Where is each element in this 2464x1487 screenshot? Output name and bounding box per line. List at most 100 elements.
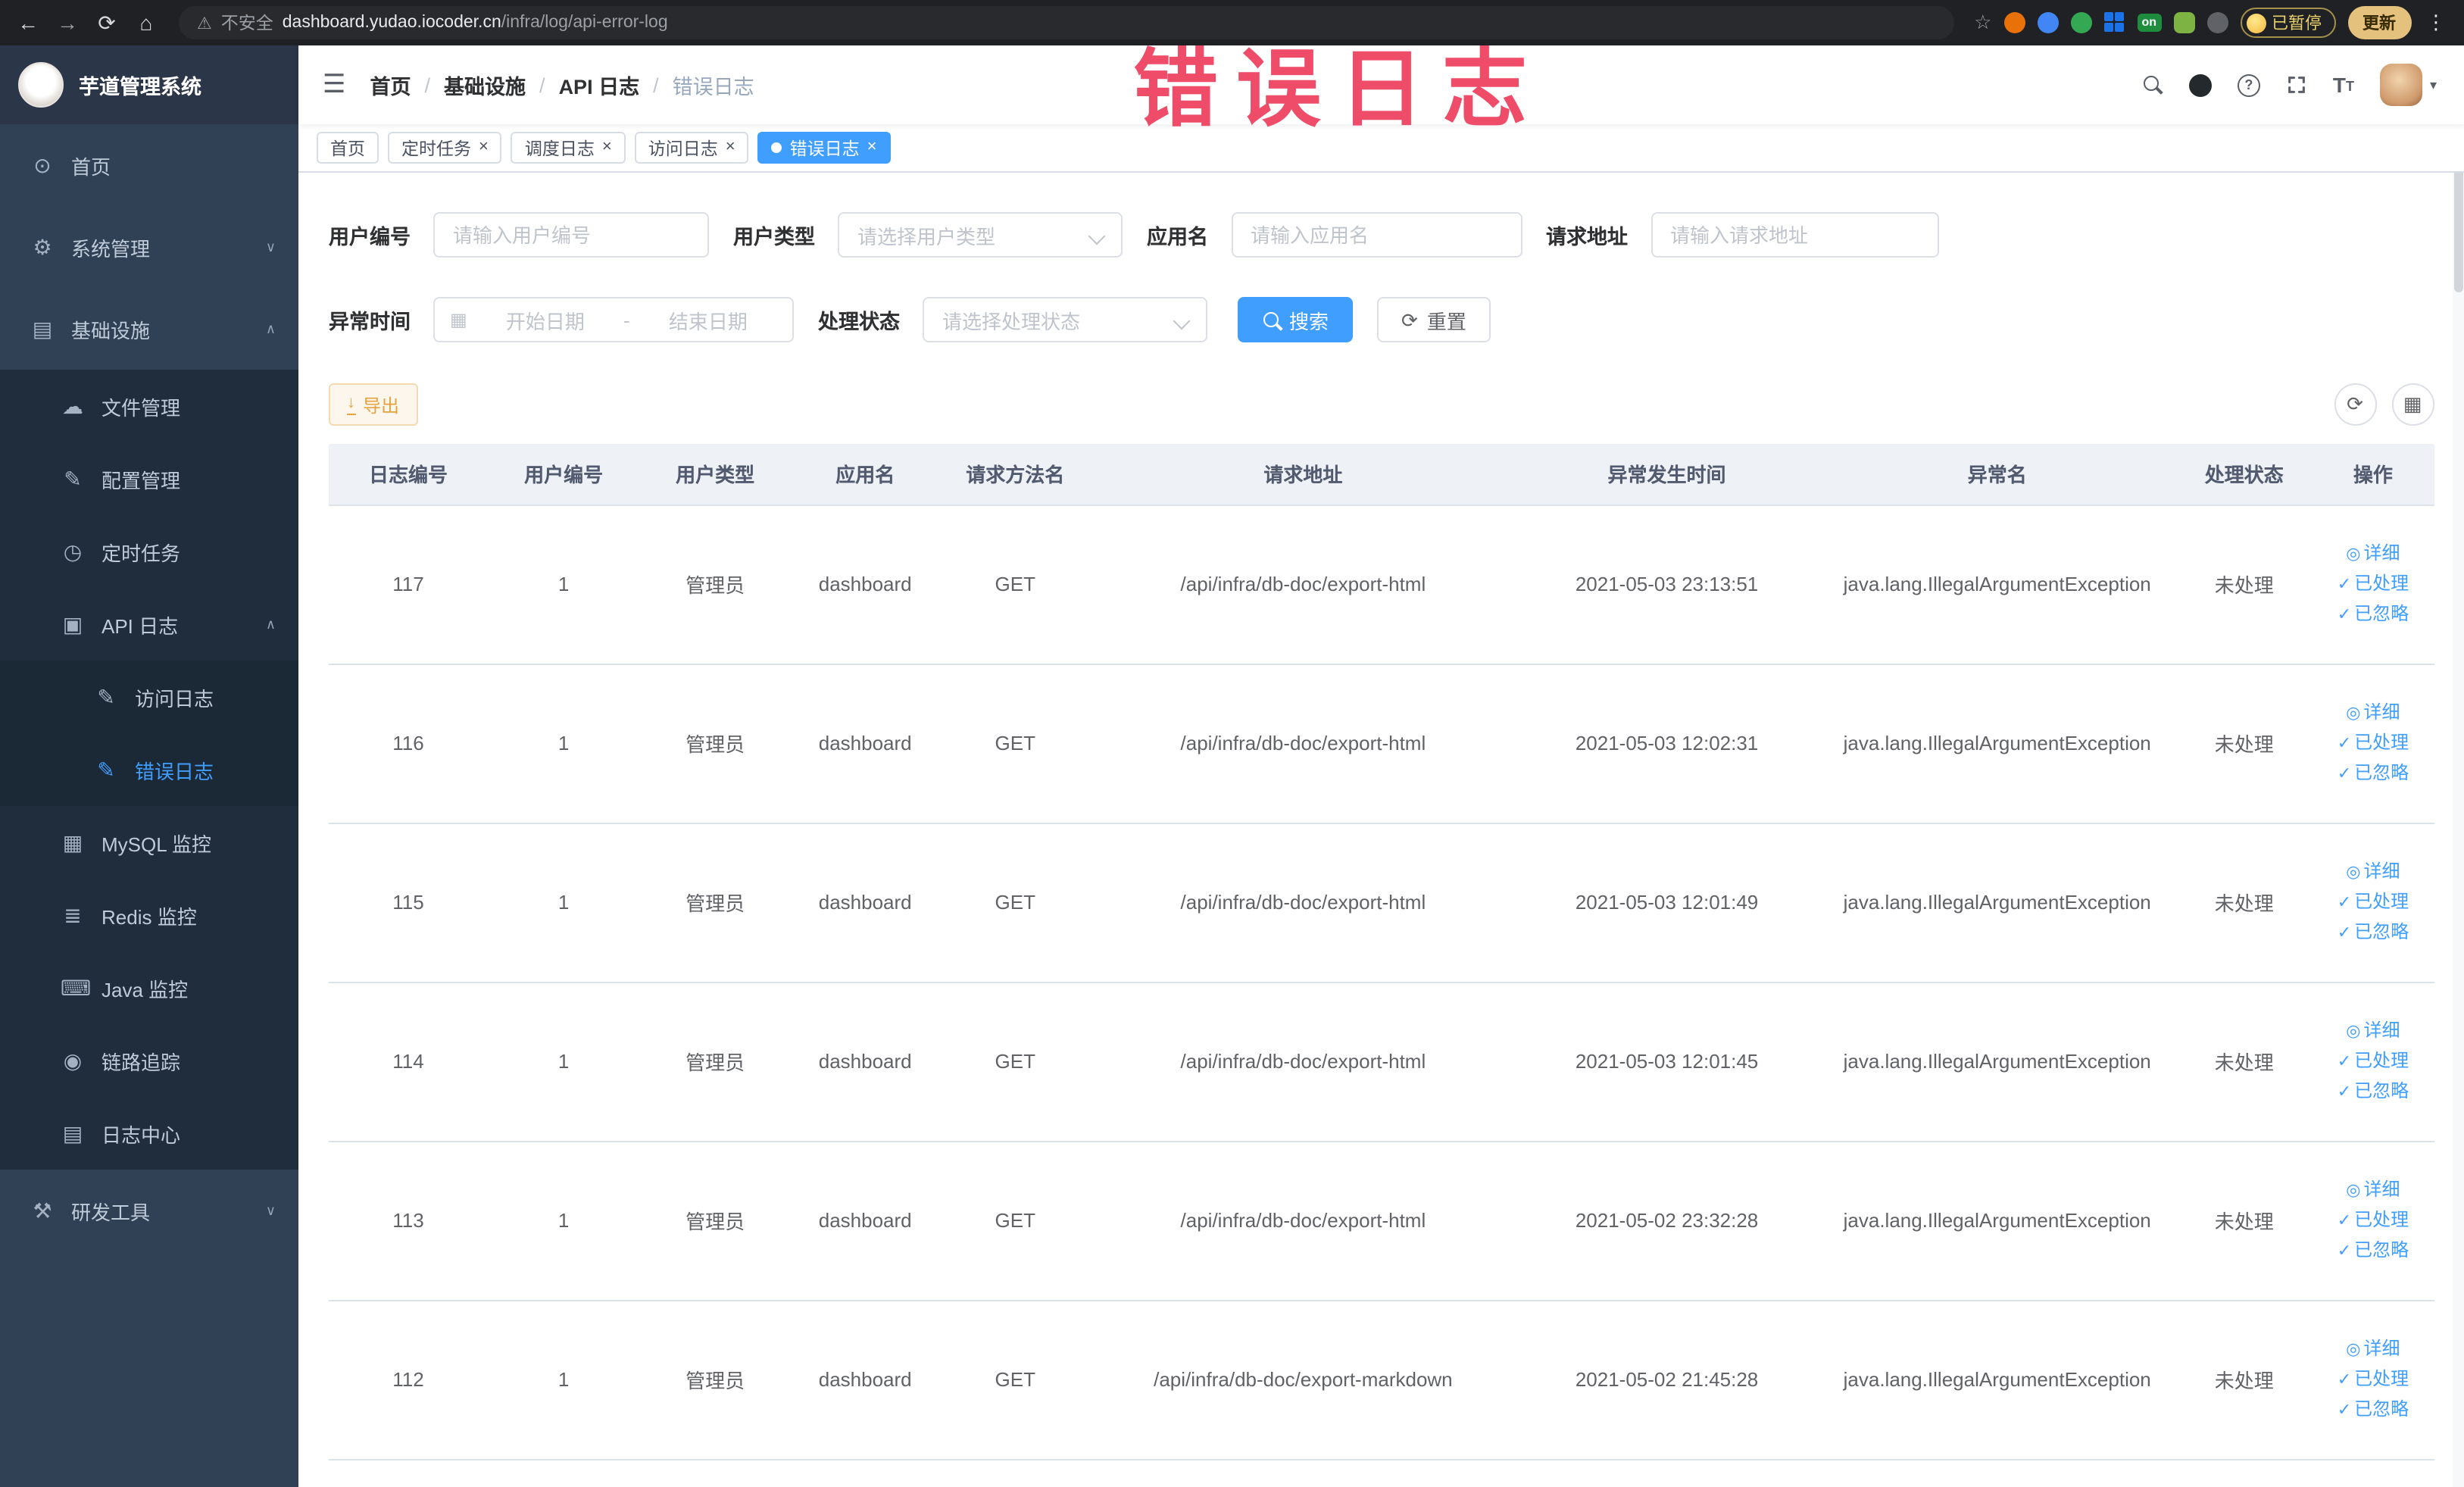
table-toolbar: ↓ 导出 ⟳ ▦: [329, 383, 2434, 426]
cell-user-id: 1: [488, 823, 640, 982]
sidebar-item-scheduled-jobs[interactable]: ◷ 定时任务: [0, 515, 298, 588]
tab-home[interactable]: 首页: [317, 132, 379, 164]
close-icon[interactable]: ×: [479, 139, 489, 156]
tab-error-log[interactable]: 错误日志 ×: [757, 132, 891, 164]
bookmark-star-icon[interactable]: ☆: [1974, 11, 1991, 35]
sidebar-item-tracing[interactable]: ◉ 链路追踪: [0, 1024, 298, 1097]
sidebar-item-system[interactable]: ⚙ 系统管理 ∨: [0, 206, 298, 288]
sidebar-item-config-management[interactable]: ✎ 配置管理: [0, 442, 298, 515]
tab-scheduled-jobs[interactable]: 定时任务 ×: [388, 132, 502, 164]
mark-processed-link[interactable]: ✓ 已处理: [2319, 569, 2428, 599]
user-type-select[interactable]: 请选择用户类型: [838, 212, 1123, 258]
home-icon[interactable]: ⌂: [133, 11, 159, 35]
mark-processed-link[interactable]: ✓ 已处理: [2319, 1046, 2428, 1076]
address-bar[interactable]: ⚠ 不安全 dashboard.yudao.iocoder.cn/infra/l…: [179, 6, 1955, 39]
mark-ignored-link[interactable]: ✓ 已忽略: [2319, 917, 2428, 948]
cell-user-type: 管理员: [639, 505, 792, 664]
sidebar-item-label: 错误日志: [135, 760, 214, 783]
hamburger-icon[interactable]: ☰: [323, 70, 346, 100]
logo[interactable]: 芋道管理系统: [0, 45, 298, 124]
detail-link[interactable]: ◎ 详细: [2319, 857, 2428, 887]
detail-link[interactable]: ◎ 详细: [2319, 539, 2428, 569]
close-icon[interactable]: ×: [867, 139, 877, 156]
sidebar-item-api-log[interactable]: ▣ API 日志 ∧: [0, 588, 298, 661]
profile-paused-badge[interactable]: 已暂停: [2240, 8, 2335, 38]
close-icon[interactable]: ×: [602, 139, 612, 156]
reset-button[interactable]: ⟳ 重置: [1377, 297, 1491, 342]
help-icon[interactable]: [2237, 73, 2260, 96]
breadcrumb-item[interactable]: API 日志: [559, 70, 640, 100]
cell-time: 2021-05-02 21:45:28: [1515, 1300, 1819, 1460]
extension-icon[interactable]: [2037, 12, 2059, 33]
dashboard-icon: ⊙: [33, 152, 52, 177]
detail-link[interactable]: ◎ 详细: [2319, 1175, 2428, 1205]
request-url-input[interactable]: [1650, 212, 1938, 258]
mark-processed-link[interactable]: ✓ 已处理: [2319, 1364, 2428, 1395]
breadcrumb-item[interactable]: 基础设施: [444, 70, 526, 100]
sidebar-item-error-log[interactable]: ✎ 错误日志: [0, 733, 298, 806]
sidebar-item-java-monitor[interactable]: ⌨ Java 监控: [0, 951, 298, 1024]
sidebar-item-home[interactable]: ⊙ 首页: [0, 124, 298, 206]
browser-update-button[interactable]: 更新: [2347, 6, 2411, 39]
sidebar-item-infrastructure[interactable]: ▤ 基础设施 ∧: [0, 288, 298, 370]
detail-link[interactable]: ◎ 详细: [2319, 1334, 2428, 1364]
search-icon[interactable]: [2142, 74, 2163, 95]
user-id-label: 用户编号: [329, 226, 411, 248]
screenshot-annotation: 错误日志: [1133, 41, 1545, 136]
extension-icon[interactable]: [2070, 12, 2092, 33]
java-monitor-icon: ⌨: [61, 975, 92, 999]
detail-link[interactable]: ◎ 详细: [2319, 698, 2428, 728]
extension-icon[interactable]: [2173, 12, 2194, 33]
logo-rabbit-image: [18, 62, 64, 108]
sidebar-item-file-management[interactable]: ☁ 文件管理: [0, 370, 298, 442]
sidebar-item-access-log[interactable]: ✎ 访问日志: [0, 661, 298, 733]
cell-user-type: 管理员: [639, 1300, 792, 1460]
extension-on-badge[interactable]: on: [2137, 14, 2161, 32]
forward-icon[interactable]: →: [55, 11, 80, 35]
avatar[interactable]: [2379, 64, 2422, 106]
user-menu[interactable]: ▾: [2379, 64, 2437, 106]
status-select[interactable]: 请选择处理状态: [923, 297, 1207, 342]
sidebar-item-label: 定时任务: [101, 542, 181, 564]
fullscreen-icon[interactable]: [2286, 74, 2307, 95]
sidebar-item-log-center[interactable]: ▤ 日志中心: [0, 1097, 298, 1170]
table-row: 116 1 管理员 dashboard GET /api/infra/db-do…: [329, 664, 2434, 823]
mark-ignored-link[interactable]: ✓ 已忽略: [2319, 1395, 2428, 1425]
extension-icon[interactable]: [2003, 12, 2025, 33]
browser-menu-icon[interactable]: ⋮: [2423, 11, 2449, 35]
date-range-picker[interactable]: ▦ 开始日期 - 结束日期: [433, 297, 794, 342]
font-size-icon[interactable]: [2333, 74, 2354, 95]
back-icon[interactable]: ←: [15, 11, 41, 35]
tab-schedule-log[interactable]: 调度日志 ×: [511, 132, 626, 164]
sidebar-item-dev-tools[interactable]: ⚒ 研发工具 ∨: [0, 1170, 298, 1251]
tab-access-log[interactable]: 访问日志 ×: [634, 132, 749, 164]
user-id-input[interactable]: [433, 212, 709, 258]
mark-ignored-link[interactable]: ✓ 已忽略: [2319, 1236, 2428, 1266]
mark-ignored-link[interactable]: ✓ 已忽略: [2319, 1076, 2428, 1107]
refresh-table-button[interactable]: ⟳: [2334, 383, 2376, 426]
export-button[interactable]: ↓ 导出: [329, 383, 418, 426]
sidebar-item-redis-monitor[interactable]: ≣ Redis 监控: [0, 879, 298, 951]
search-button[interactable]: 搜索: [1238, 297, 1354, 342]
extension-icon[interactable]: [2206, 12, 2228, 33]
navbar-actions: ▾: [2142, 64, 2437, 106]
breadcrumb-item[interactable]: 首页: [370, 70, 411, 100]
mark-ignored-link[interactable]: ✓ 已忽略: [2319, 758, 2428, 789]
column-settings-button[interactable]: ▦: [2391, 383, 2434, 426]
check-icon: ✓: [2337, 893, 2352, 911]
mark-ignored-link[interactable]: ✓ 已忽略: [2319, 599, 2428, 629]
col-request-url: 请求地址: [1091, 444, 1516, 505]
mark-processed-link[interactable]: ✓ 已处理: [2319, 1205, 2428, 1236]
github-icon[interactable]: [2188, 73, 2212, 96]
security-label[interactable]: 不安全: [221, 11, 273, 35]
detail-link[interactable]: ◎ 详细: [2319, 1016, 2428, 1046]
filter-form-row-2: 异常时间 ▦ 开始日期 - 结束日期 处理状态 请选择处理状态 搜索 ⟳ 重置: [329, 297, 2434, 342]
mark-processed-link[interactable]: ✓ 已处理: [2319, 728, 2428, 758]
cell-exception: java.lang.IllegalArgumentException: [1818, 505, 2176, 664]
mark-processed-link[interactable]: ✓ 已处理: [2319, 887, 2428, 917]
sidebar-item-mysql-monitor[interactable]: ▦ MySQL 监控: [0, 806, 298, 879]
close-icon[interactable]: ×: [726, 139, 735, 156]
extension-icon[interactable]: [2103, 12, 2125, 33]
app-name-input[interactable]: [1231, 212, 1522, 258]
reload-icon[interactable]: ⟳: [94, 10, 120, 36]
